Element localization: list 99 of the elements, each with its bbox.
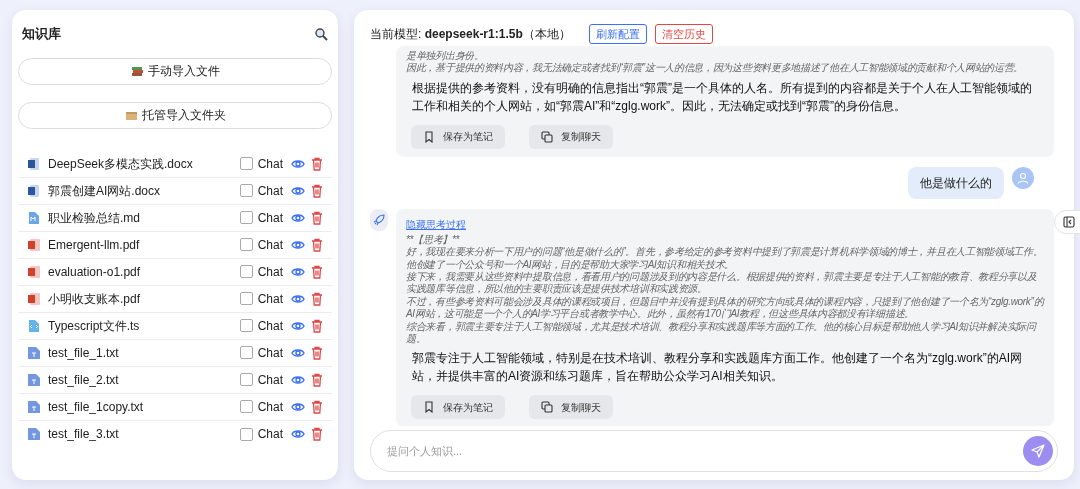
checkbox-label: Chat xyxy=(257,236,283,254)
pdf-file-icon xyxy=(27,237,41,252)
text-file-icon xyxy=(27,345,41,360)
pdf-file-icon xyxy=(27,291,41,306)
text-file-icon xyxy=(27,399,41,414)
checkbox-label: Chat xyxy=(257,290,283,308)
answer-text: 根据提供的参考资料，没有明确的信息指出“郭震”是一个具体的人名。所有提到的内容都是关于个人在人工智能领域的工作和相关的个人网站，如“郭震AI”和“zglg.work”。因此，无法确定或找到“郭震”的身份信息。 xyxy=(411,79,1033,115)
panel-title: 知识库 xyxy=(22,25,61,43)
word-file-icon xyxy=(27,183,41,198)
eye-icon[interactable] xyxy=(291,157,305,170)
panel-toggle-button[interactable] xyxy=(1054,210,1080,234)
trash-icon[interactable] xyxy=(311,291,323,306)
thinking-text: 不过，有些参考资料可能会涉及具体的课程或项目，但题目中并没有提到具体的研究方向或具体的课程内容，只提到了他创建了一个名为“zglg.work”的AI网站，这可能是一个个人的AI学习平台或者教学中心。此外，虽然有170门AI教程，但这些具体内容都没有详细描述。 xyxy=(406,295,1044,321)
checkbox-label: Chat xyxy=(257,209,283,227)
trash-icon[interactable] xyxy=(311,399,323,414)
file-name[interactable]: 小明收支账本.pdf xyxy=(48,289,240,308)
trash-icon[interactable] xyxy=(311,210,323,225)
thinking-text: 好，我现在要来分析一下用户的问题“他是做什么的”。首先，参考给定的参考资料中提到了郭震是计算机科学领域的博士，并且在人工智能领域工作。他创建了一个公众号和一个AI网站，目的是帮助大家学习AI知识和相关技术。 xyxy=(406,246,1044,271)
thinking-text: 因此，基于提供的资料内容，我无法确定或者找到“郭震”这一人的信息，因为这些资料更多地描述了他在人工智能领域的贡献和个人网站的运营。 xyxy=(406,62,1025,75)
code-file-icon xyxy=(27,318,41,333)
file-name[interactable]: DeepSeek多模态实践.docx xyxy=(48,154,240,173)
file-name[interactable]: 郭震创建AI网站.docx xyxy=(48,181,240,200)
bookmark-icon xyxy=(423,130,435,143)
trash-icon[interactable] xyxy=(311,237,323,252)
import-button[interactable]: 手动导入文件 xyxy=(18,57,332,85)
text-file-icon xyxy=(27,372,41,387)
message-bubble: 他是做什么的 xyxy=(908,166,1004,199)
file-name[interactable]: Emergent-llm.pdf xyxy=(48,235,240,254)
bookmark-icon xyxy=(423,401,435,414)
thinking-text: 综合来看，郭震主要专注于人工智能领域，尤其是技术培训、教程分享和实践题库等方面的工作。他的核心目标是帮助他人学习AI知识并解决实际问题。 xyxy=(406,320,1038,346)
checkbox[interactable] xyxy=(239,373,253,386)
checkbox-label: Chat xyxy=(257,398,283,416)
refresh-button[interactable]: 刷新配置 xyxy=(588,24,647,44)
checkbox-label: Chat xyxy=(257,426,283,443)
text-file-icon xyxy=(27,427,41,441)
eye-icon[interactable] xyxy=(291,238,305,251)
trash-icon[interactable] xyxy=(311,427,323,441)
checkbox-label: Chat xyxy=(257,317,283,335)
checkbox[interactable] xyxy=(239,238,253,251)
trash-icon[interactable] xyxy=(311,372,323,387)
checkbox[interactable] xyxy=(239,265,253,278)
action-button[interactable]: 复制聊天 xyxy=(529,124,613,149)
trash-icon[interactable] xyxy=(311,264,323,279)
rocket-icon xyxy=(373,213,385,226)
file-name[interactable]: evaluation-o1.pdf xyxy=(48,262,240,281)
eye-icon[interactable] xyxy=(291,292,305,305)
action-button[interactable]: 复制聊天 xyxy=(529,395,613,420)
trash-icon[interactable] xyxy=(311,183,323,198)
word-file-icon xyxy=(27,156,41,171)
eye-icon[interactable] xyxy=(291,211,305,224)
document-file-icon xyxy=(27,210,41,225)
copy-icon xyxy=(541,401,553,414)
checkbox[interactable] xyxy=(239,427,253,441)
file-name[interactable]: test_file_3.txt xyxy=(48,425,240,443)
checkbox-label: Chat xyxy=(257,155,283,173)
file-name[interactable]: test_file_2.txt xyxy=(48,370,240,389)
thinking-text: 接下来，我需要从这些资料中提取信息，看看用户的问题涉及到的内容是什么。根据提供的资料，郭震主要是专注于人工智能的教育、教程分享以及实践题库等信息，所以他的主要职责应该是提供技术培训和实践资源。 xyxy=(406,271,1038,296)
file-name[interactable]: 职业检验总结.md xyxy=(48,208,240,227)
panel-icon xyxy=(1063,216,1075,228)
trash-icon[interactable] xyxy=(311,156,323,171)
checkbox[interactable] xyxy=(239,319,253,332)
eye-icon[interactable] xyxy=(291,428,305,440)
send-icon xyxy=(1031,444,1045,458)
clear-button[interactable]: 清空历史 xyxy=(654,24,713,44)
eye-icon[interactable] xyxy=(291,400,305,413)
checkbox-label: Chat xyxy=(257,344,283,362)
toggle-link[interactable]: 隐藏思考过程 xyxy=(406,216,466,232)
file-name[interactable]: test_file_1copy.txt xyxy=(48,397,240,416)
books-icon xyxy=(130,64,144,78)
pdf-file-icon xyxy=(27,264,41,279)
checkbox[interactable] xyxy=(239,292,253,305)
user-icon xyxy=(1017,171,1029,184)
thinking-text: **【思考】** xyxy=(406,233,461,247)
eye-icon[interactable] xyxy=(291,373,305,386)
file-name[interactable]: Typescript文件.ts xyxy=(48,316,240,335)
eye-icon[interactable] xyxy=(291,319,305,332)
trash-icon[interactable] xyxy=(311,345,323,360)
eye-icon[interactable] xyxy=(291,265,305,278)
action-button[interactable]: 保存为笔记 xyxy=(411,395,505,420)
input-field[interactable]: 提问个人知识... xyxy=(370,430,1058,472)
trash-icon[interactable] xyxy=(311,318,323,333)
action-button[interactable]: 保存为笔记 xyxy=(411,124,505,149)
checkbox[interactable] xyxy=(239,400,253,413)
file-name[interactable]: test_file_1.txt xyxy=(48,343,240,362)
import-button[interactable]: 托管导入文件夹 xyxy=(18,101,332,129)
copy-icon xyxy=(541,130,553,143)
eye-icon[interactable] xyxy=(291,346,305,359)
search-icon[interactable] xyxy=(314,26,328,41)
checkbox[interactable] xyxy=(239,184,253,197)
checkbox-label: Chat xyxy=(257,371,283,389)
checkbox-label: Chat xyxy=(257,263,283,281)
checkbox[interactable] xyxy=(239,211,253,224)
checkbox[interactable] xyxy=(239,157,253,170)
answer-text: 郭震专注于人工智能领域，特别是在技术培训、教程分享和实践题库方面工作。他创建了一个名为“zglg.work”的AI网站，并提供丰富的AI资源和练习题库，旨在帮助公众学习AI相关知识。 xyxy=(411,350,1023,386)
eye-icon[interactable] xyxy=(291,184,305,197)
checkbox[interactable] xyxy=(239,346,253,359)
thinking-text: 是单独列出身份。 xyxy=(406,50,485,63)
model-label: 当前模型: deepseek-r1:1.5b（本地） xyxy=(370,26,571,43)
checkbox-label: Chat xyxy=(257,182,283,200)
